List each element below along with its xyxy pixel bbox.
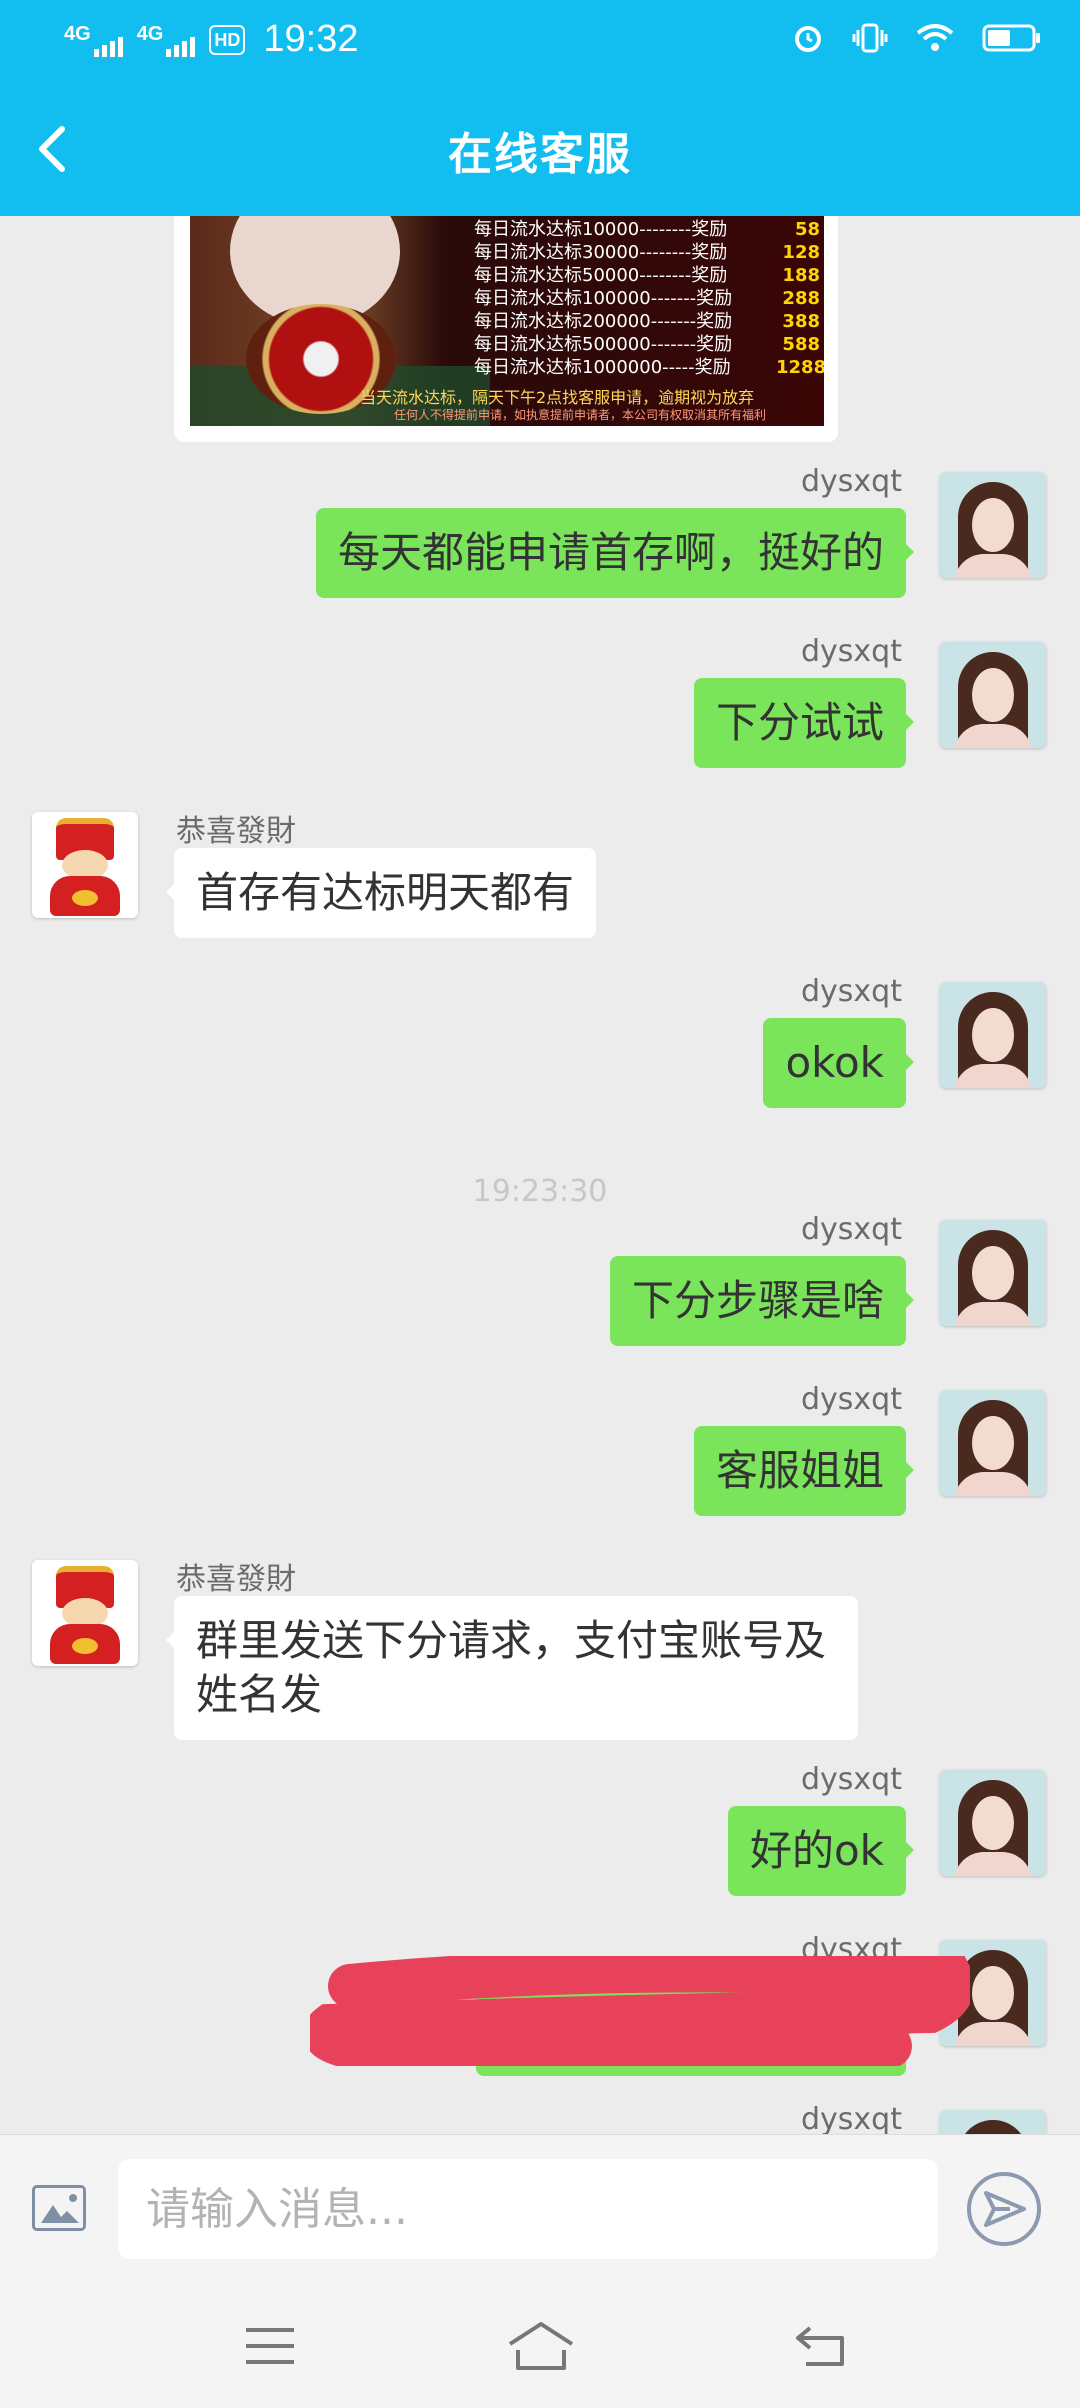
menu-icon[interactable] bbox=[240, 2320, 300, 2372]
reward-row: 每日流水达标200000-------奖励 388 bbox=[474, 311, 820, 332]
signal-icon-1: 4G bbox=[64, 23, 123, 57]
agent-avatar[interactable] bbox=[32, 1560, 138, 1666]
user-avatar[interactable] bbox=[940, 642, 1046, 748]
user-avatar[interactable] bbox=[940, 1390, 1046, 1496]
signal-icon-2: 4G bbox=[137, 23, 196, 57]
wifi-icon bbox=[916, 24, 954, 51]
status-clock: 19:32 bbox=[263, 18, 359, 60]
reward-row: 每日流水达标30000--------奖励 128 bbox=[474, 242, 820, 263]
message-bubble[interactable]: 下分步骤是啥 bbox=[609, 1256, 915, 1346]
sender-name: dysxqt bbox=[801, 974, 902, 1009]
sender-name: dysxqt bbox=[801, 464, 902, 499]
reward-row: 每日流水达标500000-------奖励 588 bbox=[474, 334, 820, 355]
hd-voice-icon: HD bbox=[209, 24, 246, 55]
back-nav-icon[interactable] bbox=[792, 2320, 852, 2372]
sender-name: dysxqt bbox=[801, 2102, 902, 2134]
sender-name: 恭喜發財 bbox=[176, 814, 296, 849]
message-bubble[interactable]: 每天都能申请首存啊，挺好的 bbox=[315, 508, 915, 598]
reward-row: 每日流水达标50000--------奖励 188 bbox=[474, 265, 820, 286]
message-bubble[interactable]: 下分试试 bbox=[693, 678, 915, 768]
user-avatar[interactable] bbox=[940, 982, 1046, 1088]
chat-area[interactable]: 每日流水达标10000--------奖励 58 每日流水达标30000-----… bbox=[0, 216, 1080, 2134]
system-nav-bar bbox=[0, 2286, 1080, 2408]
input-bar bbox=[0, 2134, 1080, 2287]
message-bubble[interactable]: okok bbox=[763, 1018, 914, 1108]
message-bubble[interactable]: 客服姐姐 bbox=[693, 1426, 915, 1516]
poster-note: 当天流水达标，隔天下午2点找客服申请，逾期视为放弃 bbox=[360, 388, 755, 407]
send-icon[interactable] bbox=[966, 2171, 1042, 2247]
sender-name: dysxqt bbox=[801, 1382, 902, 1417]
image-message[interactable]: 每日流水达标10000--------奖励 58 每日流水达标30000-----… bbox=[174, 216, 838, 442]
sender-name: dysxqt bbox=[801, 634, 902, 669]
vibrate-icon bbox=[852, 23, 888, 53]
alarm-icon bbox=[795, 26, 821, 52]
top-bar: 4G 4G HD 19:32 在线客服 bbox=[0, 0, 1080, 216]
message-bubble[interactable]: 群里发送下分请求，支付宝账号及姓名发 bbox=[166, 1596, 858, 1740]
reward-row: 每日流水达标10000--------奖励 58 bbox=[474, 219, 820, 240]
promo-poster-image[interactable]: 每日流水达标10000--------奖励 58 每日流水达标30000-----… bbox=[190, 216, 824, 426]
sender-name: dysxqt bbox=[801, 1762, 902, 1797]
user-avatar[interactable] bbox=[940, 1770, 1046, 1876]
reward-row: 每日流水达标1000000-----奖励 1288 bbox=[474, 357, 824, 378]
home-icon[interactable] bbox=[506, 2320, 576, 2372]
network-type: 4G bbox=[136, 22, 164, 45]
network-type: 4G bbox=[64, 22, 91, 45]
battery-icon bbox=[982, 24, 1040, 52]
image-picker-icon[interactable] bbox=[32, 2185, 86, 2231]
reward-row: 每日流水达标100000-------奖励 288 bbox=[474, 288, 820, 309]
sender-name: 恭喜發財 bbox=[176, 1562, 296, 1597]
user-avatar[interactable] bbox=[940, 472, 1046, 578]
message-input[interactable] bbox=[118, 2159, 938, 2259]
poster-fine-print: 任何人不得提前申请，如执意提前申请者，本公司有权取消其所有福利 bbox=[394, 408, 767, 422]
agent-avatar[interactable] bbox=[32, 812, 138, 918]
message-bubble[interactable]: 好的ok bbox=[727, 1806, 915, 1896]
message-bubble[interactable]: 首存有达标明天都有 bbox=[165, 848, 597, 938]
page-title: 在线客服 bbox=[448, 129, 632, 180]
redaction-scribble bbox=[310, 1956, 970, 2066]
reward-table: 每日流水达标10000--------奖励 58 每日流水达标30000-----… bbox=[474, 218, 824, 379]
user-avatar[interactable] bbox=[940, 1220, 1046, 1326]
user-avatar[interactable] bbox=[940, 2110, 1046, 2134]
sender-name: dysxqt bbox=[801, 1212, 902, 1247]
message-timestamp: 19:23:30 bbox=[472, 1174, 608, 1209]
status-bar: 4G 4G HD 19:32 bbox=[0, 0, 1080, 84]
